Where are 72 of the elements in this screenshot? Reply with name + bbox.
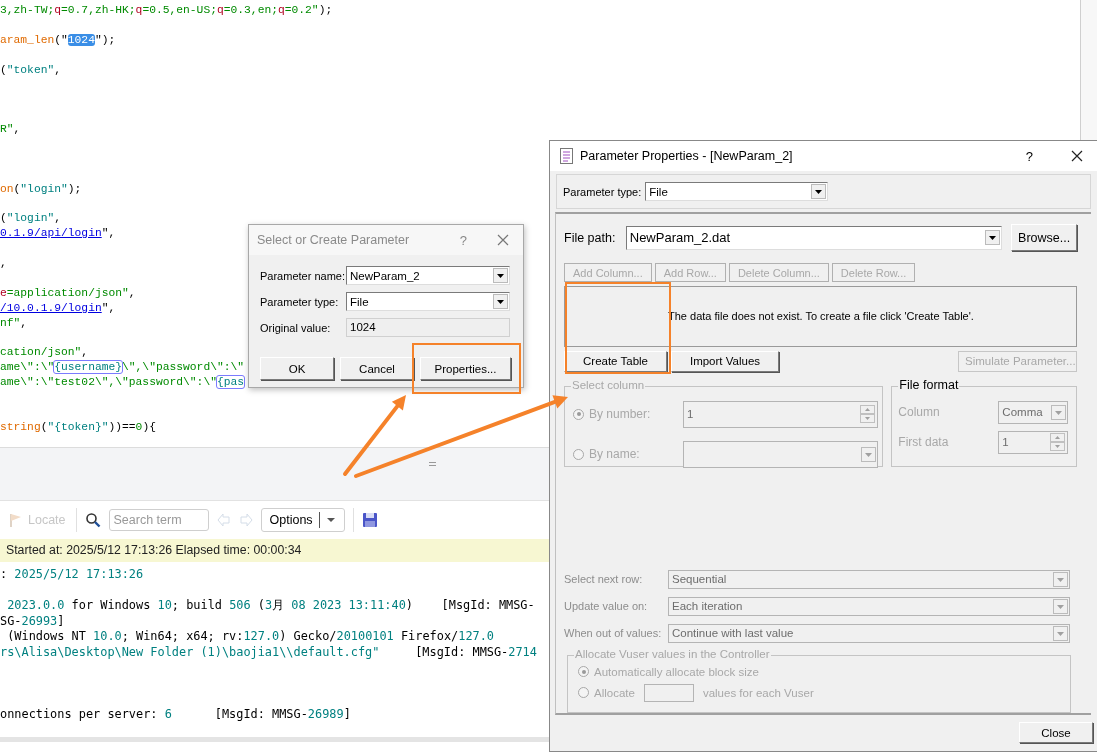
selected-text: 1024 [67, 33, 95, 46]
field-label: When out of values: [564, 627, 663, 640]
code-line: string("{token}"))==0){ [0, 419, 156, 435]
option-label: Automatically allocate block size [594, 665, 759, 678]
option-label: Allocate [594, 686, 635, 699]
code-text: ", [101, 301, 116, 314]
field-label: Parameter type: [260, 295, 340, 308]
close-button[interactable] [1071, 150, 1083, 162]
grip-icon [429, 462, 436, 466]
dropdown[interactable]: NewParam_2.dat [625, 225, 1003, 250]
code-text: aram_len [0, 33, 55, 46]
field-label: Parameter type: [563, 185, 642, 198]
document-icon [560, 148, 574, 164]
dialog-button[interactable]: Properties... [420, 357, 511, 380]
option-label: values for each Vuser [702, 686, 814, 699]
code-line: on("login"); [0, 181, 82, 197]
parameter-token: {pas [216, 376, 245, 389]
field-label: Select next row: [564, 573, 644, 586]
field-label: Parameter name: [260, 269, 346, 282]
group-title: Select column [571, 378, 646, 391]
dialog-button[interactable]: OK [260, 357, 334, 380]
code-line: rs\Alisa\Desktop\New Folder (1)\baojia1\\default.cfg" [MsgId: MMSG-2714 [0, 644, 537, 661]
parameter-token: {username} [54, 361, 123, 374]
code-line: e=application/json", [0, 285, 136, 301]
input-field[interactable]: 1024 [346, 318, 510, 337]
dropdown[interactable]: File [645, 182, 829, 201]
code-line: 3,zh-TW;q=0.7,zh-HK;q=0.5,en-US;q=0.3,en;q=0.2"); [0, 3, 333, 18]
code-line: (Windows NT 10.0; Win64; x64; rv:127.0) Gecko/20100101 Firefox/127.0 [6, 629, 494, 645]
search-field[interactable]: Search term [108, 509, 209, 531]
splitter-bar[interactable] [0, 447, 549, 501]
search-icon[interactable] [84, 512, 101, 528]
options-button[interactable]: Options [260, 508, 345, 532]
action-button[interactable]: Import Values [671, 350, 779, 372]
field-label: Update value on: [564, 600, 649, 613]
code-line: onnections per server: 6 [MsgId: MMSG-26989] [0, 707, 351, 723]
window-title: Parameter Properties - [NewParam_2] [580, 149, 794, 163]
code-line: SG-26993] [0, 613, 65, 630]
browse-button[interactable]: Browse... [1011, 224, 1077, 251]
code-line: , [0, 256, 7, 272]
group-title: Allocate Vuser values in the Controller [574, 647, 771, 660]
field-label: Column [898, 405, 941, 420]
code-text: ame\":\"test02\",\"password\":\" [0, 376, 217, 389]
code-line: R", [0, 122, 21, 137]
status-message: Started at: 2025/5/12 17:13:26 Elapsed time: 00:00:34 [0, 539, 549, 562]
code-text: ame\":\" [0, 361, 55, 374]
dialog-button[interactable]: Cancel [340, 357, 414, 380]
code-line: 2023.0.0 for Windows 10; build 506 (3月 08 2023 13:11:40) [MsgId: MMSG- [6, 598, 535, 614]
scrollbar[interactable] [0, 737, 549, 742]
dropdown[interactable]: NewParam_2 [346, 266, 510, 285]
code-line: cation/json", [0, 345, 89, 361]
save-icon[interactable] [361, 512, 378, 528]
code-line: ("login", [0, 211, 62, 227]
code-link[interactable]: /10.0.1.9/login [0, 301, 102, 314]
code-text: ", [101, 227, 116, 240]
code-line: nf", [0, 315, 28, 331]
action-button[interactable]: Create Table [564, 350, 667, 372]
code-link[interactable]: 0.1.9/api/login [0, 227, 102, 240]
close-button[interactable]: Close [1019, 722, 1093, 743]
dropdown[interactable]: File [346, 292, 510, 311]
field-label: First data [898, 435, 950, 450]
option-label: By number: [589, 407, 651, 422]
caret-icon [325, 517, 336, 523]
window-title: Select or Create Parameter [257, 233, 411, 247]
field-label: Original value: [260, 321, 332, 334]
code-line: ("token", [0, 62, 62, 78]
group-title: File format [898, 377, 960, 392]
code-text: \",\"password\":\" [122, 361, 245, 374]
code-line: : 2025/5/12 17:13:26 [0, 567, 144, 583]
field-label: File path: [564, 230, 617, 245]
option-label: By name: [589, 447, 640, 462]
code-text: (" [54, 33, 68, 46]
help-button[interactable]: ? [1025, 148, 1033, 164]
